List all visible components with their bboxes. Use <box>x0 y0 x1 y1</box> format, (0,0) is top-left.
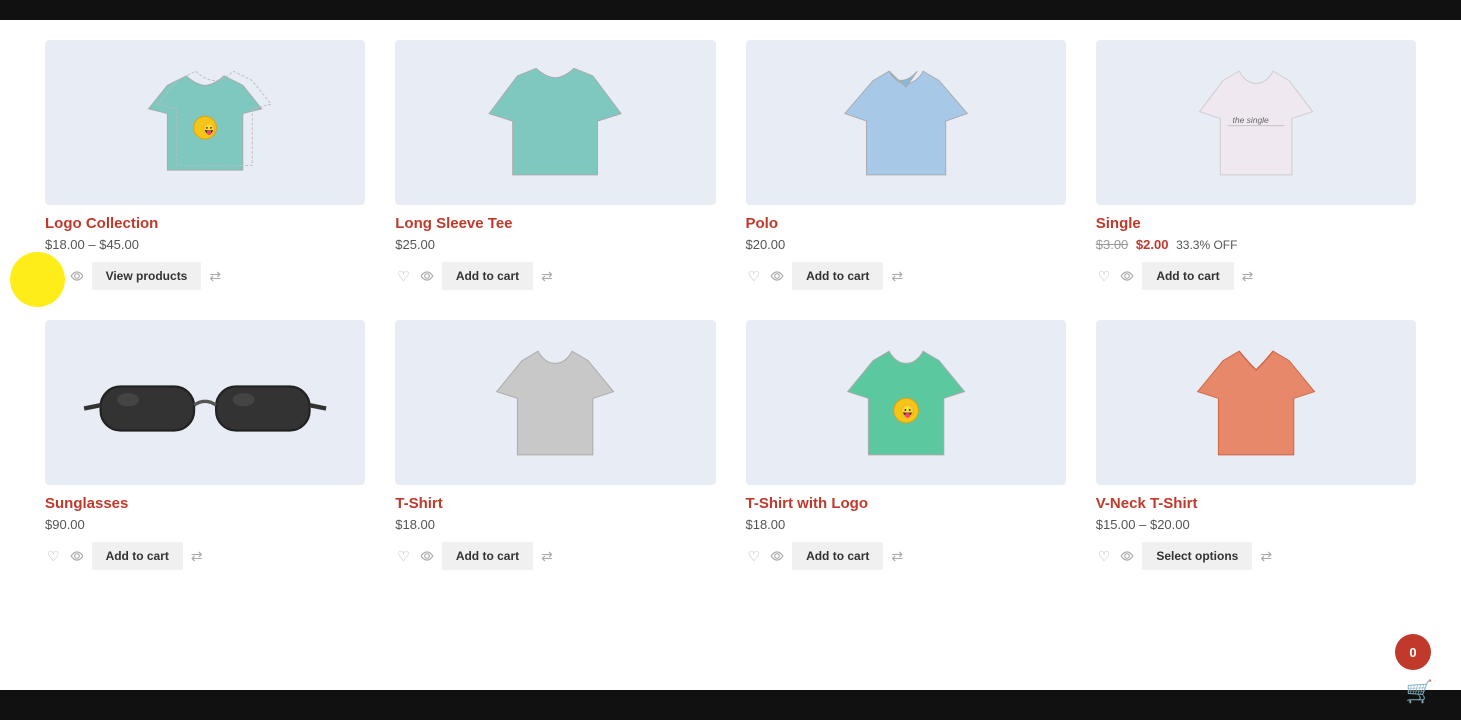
product-image-sunglasses <box>45 320 365 485</box>
product-price-tshirt: $18.00 <box>395 517 715 532</box>
compare-btn-tshirt-logo[interactable]: ⇄ <box>889 546 905 567</box>
product-name-tshirt[interactable]: T-Shirt <box>395 495 715 512</box>
quickview-btn-single[interactable] <box>1118 267 1136 285</box>
svg-text:😛: 😛 <box>202 122 216 135</box>
wishlist-btn-logo-collection[interactable]: ♡ <box>45 266 62 287</box>
product-name-polo[interactable]: Polo <box>746 215 1066 232</box>
wishlist-btn-tshirt-logo[interactable]: ♡ <box>746 546 763 567</box>
top-bar <box>0 0 1461 20</box>
svg-text:😛: 😛 <box>900 404 915 419</box>
product-actions-vneck: ♡ Select options ⇄ <box>1096 542 1416 570</box>
compare-btn-polo[interactable]: ⇄ <box>889 266 905 287</box>
quickview-btn-logo-collection[interactable] <box>68 267 86 285</box>
product-actions-tshirt-logo: ♡ Add to cart ⇄ <box>746 542 1066 570</box>
add-to-cart-btn-tshirt[interactable]: Add to cart <box>442 542 533 570</box>
compare-btn-logo-collection[interactable]: ⇄ <box>207 266 223 287</box>
product-card-logo-collection: 😛 Logo Collection $18.00 – $45.00 ♡ View… <box>30 30 380 310</box>
product-card-tshirt: T-Shirt $18.00 ♡ Add to cart ⇄ <box>380 310 730 590</box>
product-actions-long-sleeve: ♡ Add to cart ⇄ <box>395 262 715 290</box>
product-name-long-sleeve[interactable]: Long Sleeve Tee <box>395 215 715 232</box>
wishlist-btn-polo[interactable]: ♡ <box>746 266 763 287</box>
compare-btn-single[interactable]: ⇄ <box>1240 266 1256 287</box>
add-to-cart-btn-single[interactable]: Add to cart <box>1142 262 1233 290</box>
svg-text:the single: the single <box>1232 115 1269 125</box>
product-card-polo: Polo $20.00 ♡ Add to cart ⇄ <box>731 30 1081 310</box>
add-to-cart-btn-tshirt-logo[interactable]: Add to cart <box>792 542 883 570</box>
wishlist-btn-tshirt[interactable]: ♡ <box>395 546 412 567</box>
add-to-cart-btn-polo[interactable]: Add to cart <box>792 262 883 290</box>
product-image-logo-collection: 😛 <box>45 40 365 205</box>
wishlist-btn-vneck[interactable]: ♡ <box>1096 546 1113 567</box>
product-card-vneck: V-Neck T-Shirt $15.00 – $20.00 ♡ Select … <box>1081 310 1431 590</box>
compare-btn-long-sleeve[interactable]: ⇄ <box>539 266 555 287</box>
compare-btn-tshirt[interactable]: ⇄ <box>539 546 555 567</box>
product-actions-tshirt: ♡ Add to cart ⇄ <box>395 542 715 570</box>
price-sale-single: $2.00 <box>1136 237 1169 252</box>
cart-count-badge: 0 <box>1395 634 1431 670</box>
price-off-single: 33.3% OFF <box>1176 238 1237 252</box>
product-name-tshirt-logo[interactable]: T-Shirt with Logo <box>746 495 1066 512</box>
quickview-btn-vneck[interactable] <box>1118 547 1136 565</box>
add-to-cart-btn-sunglasses[interactable]: Add to cart <box>92 542 183 570</box>
bottom-bar <box>0 690 1461 720</box>
product-card-single: the single Single $3.00 $2.00 33.3% OFF … <box>1081 30 1431 310</box>
view-products-btn[interactable]: View products <box>92 262 202 290</box>
wishlist-btn-long-sleeve[interactable]: ♡ <box>395 266 412 287</box>
product-price-single: $3.00 $2.00 33.3% OFF <box>1096 237 1416 252</box>
wishlist-btn-single[interactable]: ♡ <box>1096 266 1113 287</box>
quickview-btn-long-sleeve[interactable] <box>418 267 436 285</box>
product-actions-sunglasses: ♡ Add to cart ⇄ <box>45 542 365 570</box>
product-actions-logo-collection: ♡ View products ⇄ <box>45 262 365 290</box>
product-image-vneck <box>1096 320 1416 485</box>
product-card-sunglasses: Sunglasses $90.00 ♡ Add to cart ⇄ <box>30 310 380 590</box>
price-original-single: $3.00 <box>1096 237 1129 252</box>
product-name-vneck[interactable]: V-Neck T-Shirt <box>1096 495 1416 512</box>
page-wrapper: 😛 Logo Collection $18.00 – $45.00 ♡ View… <box>0 0 1461 720</box>
product-card-long-sleeve: Long Sleeve Tee $25.00 ♡ Add to cart ⇄ <box>380 30 730 310</box>
compare-btn-sunglasses[interactable]: ⇄ <box>189 546 205 567</box>
product-name-logo-collection[interactable]: Logo Collection <box>45 215 365 232</box>
product-actions-single: ♡ Add to cart ⇄ <box>1096 262 1416 290</box>
quickview-btn-polo[interactable] <box>768 267 786 285</box>
select-options-btn-vneck[interactable]: Select options <box>1142 542 1252 570</box>
product-price-tshirt-logo: $18.00 <box>746 517 1066 532</box>
product-price-vneck: $15.00 – $20.00 <box>1096 517 1416 532</box>
product-image-polo <box>746 40 1066 205</box>
compare-btn-vneck[interactable]: ⇄ <box>1258 546 1274 567</box>
product-name-single[interactable]: Single <box>1096 215 1416 232</box>
product-image-tshirt-logo: 😛 <box>746 320 1066 485</box>
product-price-sunglasses: $90.00 <box>45 517 365 532</box>
quickview-btn-tshirt[interactable] <box>418 547 436 565</box>
product-price-logo-collection: $18.00 – $45.00 <box>45 237 365 252</box>
products-grid: 😛 Logo Collection $18.00 – $45.00 ♡ View… <box>0 20 1461 600</box>
product-name-sunglasses[interactable]: Sunglasses <box>45 495 365 512</box>
product-card-tshirt-logo: 😛 T-Shirt with Logo $18.00 ♡ Add to cart… <box>731 310 1081 590</box>
product-price-polo: $20.00 <box>746 237 1066 252</box>
cart-icon[interactable]: 🛒 <box>1406 679 1433 705</box>
quickview-btn-sunglasses[interactable] <box>68 547 86 565</box>
product-price-long-sleeve: $25.00 <box>395 237 715 252</box>
add-to-cart-btn-long-sleeve[interactable]: Add to cart <box>442 262 533 290</box>
wishlist-btn-sunglasses[interactable]: ♡ <box>45 546 62 567</box>
product-image-tshirt <box>395 320 715 485</box>
product-actions-polo: ♡ Add to cart ⇄ <box>746 262 1066 290</box>
product-image-long-sleeve <box>395 40 715 205</box>
quickview-btn-tshirt-logo[interactable] <box>768 547 786 565</box>
product-image-single: the single <box>1096 40 1416 205</box>
